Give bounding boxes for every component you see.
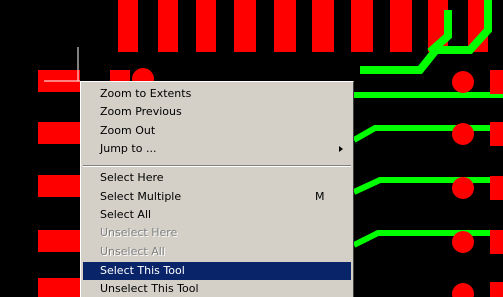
pcb-via[interactable] (452, 71, 474, 93)
pcb-pad[interactable] (38, 122, 80, 144)
menu-item-label: Select Multiple (100, 190, 182, 203)
menu-item-label: Unselect This Tool (100, 282, 199, 295)
pcb-pad[interactable] (38, 175, 80, 197)
pcb-pad[interactable] (118, 0, 138, 52)
pcb-pad[interactable] (351, 0, 373, 52)
menu-item-label: Zoom Out (100, 124, 156, 137)
menu-item-select-this-tool[interactable]: Select This Tool (83, 262, 351, 280)
menu-separator (83, 165, 351, 167)
menu-item-label: Select Here (100, 171, 164, 184)
pcb-pad[interactable] (38, 278, 80, 297)
menu-item-label: Jump to ... (100, 142, 157, 155)
pcb-pad[interactable] (490, 230, 503, 254)
chevron-right-icon (339, 146, 343, 152)
menu-item-select-here[interactable]: Select Here (83, 169, 351, 187)
pcb-via[interactable] (452, 231, 474, 253)
menu-item-select-multiple[interactable]: Select Multiple M (83, 188, 351, 206)
menu-item-zoom-previous[interactable]: Zoom Previous (83, 103, 351, 121)
pcb-pad[interactable] (274, 0, 296, 52)
menu-item-zoom-out[interactable]: Zoom Out (83, 122, 351, 140)
pcb-editor-canvas[interactable]: Zoom to Extents Zoom Previous Zoom Out J… (0, 0, 503, 297)
pcb-pad[interactable] (312, 0, 334, 52)
pcb-pad[interactable] (490, 70, 503, 94)
menu-item-select-all[interactable]: Select All (83, 206, 351, 224)
pcb-pad[interactable] (196, 0, 216, 52)
pcb-pad[interactable] (490, 176, 503, 200)
pcb-via[interactable] (452, 123, 474, 145)
menu-item-label: Zoom Previous (100, 105, 182, 118)
menu-item-label: Unselect Here (100, 226, 178, 239)
pcb-pad[interactable] (158, 0, 178, 52)
pcb-pad[interactable] (38, 230, 80, 252)
menu-item-unselect-this-tool[interactable]: Unselect This Tool (83, 280, 351, 297)
menu-item-jump-to[interactable]: Jump to ... (83, 140, 351, 158)
menu-item-zoom-to-extents[interactable]: Zoom to Extents (83, 85, 351, 103)
menu-item-label: Select All (100, 208, 152, 221)
menu-item-label: Unselect All (100, 245, 165, 258)
menu-item-unselect-here: Unselect Here (83, 224, 351, 242)
pcb-pad[interactable] (234, 0, 256, 52)
menu-item-label: Zoom to Extents (100, 87, 192, 100)
pcb-via[interactable] (452, 177, 474, 199)
menu-item-label: Select This Tool (100, 264, 185, 277)
pcb-pad[interactable] (490, 122, 503, 146)
menu-item-shortcut: M (315, 190, 325, 203)
pcb-pad[interactable] (390, 0, 412, 52)
menu-item-unselect-all: Unselect All (83, 243, 351, 261)
pcb-pad[interactable] (490, 282, 503, 297)
context-menu: Zoom to Extents Zoom Previous Zoom Out J… (80, 81, 354, 297)
